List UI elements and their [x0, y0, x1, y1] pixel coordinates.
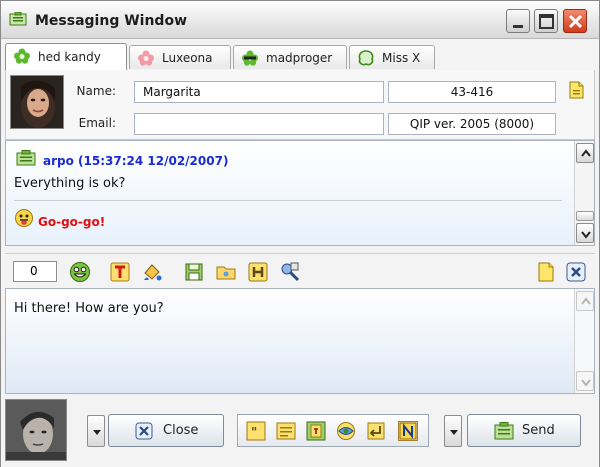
flower-pink-icon [137, 50, 155, 66]
my-avatar[interactable] [5, 399, 67, 461]
layout-switch-icon[interactable] [336, 421, 356, 441]
send-button-label: Send [522, 423, 555, 438]
tab-madproger[interactable]: madproger [233, 45, 347, 69]
contact-info-panel: Name: Margarita 43-416 Email: QIP ver. 2… [5, 70, 595, 140]
minimize-button[interactable] [506, 9, 530, 33]
scroll-down-button[interactable] [576, 371, 594, 391]
maximize-button[interactable] [534, 9, 558, 33]
history-h-icon[interactable] [247, 261, 269, 283]
input-scrollbar[interactable] [574, 289, 594, 393]
quote-icon[interactable]: " [246, 421, 266, 441]
tongue-smiley-icon [14, 208, 34, 228]
uin-field[interactable]: 43-416 [388, 81, 556, 103]
tab-miss-x[interactable]: Miss X [349, 45, 435, 69]
tab-label: madproger [266, 51, 333, 65]
message-input-text[interactable]: Hi there! How are you? [14, 301, 164, 316]
text-format-icon[interactable] [109, 261, 131, 283]
bottom-bar: Close " Send [1, 397, 599, 467]
flower-glasses-icon [241, 50, 259, 66]
message-input[interactable]: Hi there! How are you? [5, 288, 595, 394]
tab-label: Luxeona [162, 51, 213, 65]
scroll-thumb[interactable] [576, 211, 594, 221]
tab-hed-kandy[interactable]: hed kandy [5, 43, 127, 71]
send-file-icon[interactable] [215, 261, 237, 283]
close-x-icon [135, 422, 153, 440]
tab-label: Miss X [382, 51, 421, 65]
send-options-button[interactable] [444, 415, 462, 447]
title-bar[interactable]: Messaging Window [1, 1, 599, 39]
color-fill-icon[interactable] [141, 261, 163, 283]
email-label: Email: [78, 116, 116, 130]
message-history[interactable]: arpo (15:37:24 12/02/2007) Everything is… [5, 140, 595, 246]
chat-card-icon [9, 11, 27, 26]
messaging-window: Messaging Window hed kandy Luxeona madpr… [0, 0, 600, 467]
scroll-up-button[interactable] [576, 143, 594, 163]
close-button-label: Close [163, 423, 199, 438]
templates-icon[interactable] [276, 421, 296, 441]
translit-icon[interactable] [306, 421, 326, 441]
message-sender: arpo (15:37:24 12/02/2007) [43, 154, 229, 168]
message-text: Everything is ok? [14, 176, 126, 191]
notify-n-icon[interactable] [398, 421, 418, 441]
clear-input-icon[interactable] [565, 261, 587, 283]
history-scrollbar[interactable] [574, 141, 594, 245]
quick-actions-group: " [237, 414, 429, 447]
flower-green-icon [13, 48, 31, 64]
message-card-icon [16, 150, 36, 166]
flower-outline-icon [357, 50, 375, 66]
send-button[interactable]: Send [467, 414, 581, 447]
name-field[interactable]: Margarita [134, 81, 384, 103]
contact-card-icon[interactable] [567, 81, 585, 99]
compose-toolbar: 0 [5, 253, 595, 287]
note-icon[interactable] [535, 261, 557, 283]
close-window-button[interactable] [563, 9, 587, 33]
message-separator [14, 200, 562, 201]
contact-tools-icon[interactable] [279, 261, 301, 283]
scroll-up-button[interactable] [576, 291, 594, 311]
message-text-highlighted: Go-go-go! [38, 215, 106, 229]
smiley-icon[interactable] [69, 261, 91, 283]
email-field[interactable] [134, 113, 384, 135]
close-options-button[interactable] [87, 415, 105, 447]
window-title: Messaging Window [35, 13, 188, 29]
enter-key-icon[interactable] [366, 421, 386, 441]
client-version-field[interactable]: QIP ver. 2005 (8000) [388, 113, 556, 135]
scroll-down-button[interactable] [576, 223, 594, 243]
tab-label: hed kandy [38, 50, 101, 64]
tab-luxeona[interactable]: Luxeona [129, 45, 231, 69]
svg-text:": " [251, 425, 257, 439]
close-button[interactable]: Close [108, 414, 224, 447]
save-history-icon[interactable] [183, 261, 205, 283]
char-counter: 0 [13, 261, 57, 282]
send-card-icon [494, 422, 514, 440]
contact-avatar[interactable] [10, 75, 64, 129]
name-label: Name: [76, 84, 116, 98]
